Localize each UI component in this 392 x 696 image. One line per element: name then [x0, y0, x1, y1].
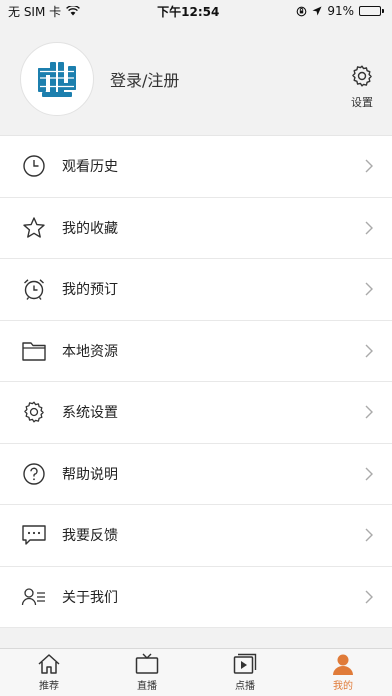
- clock-time: 下午12:54: [157, 4, 220, 19]
- tab-label: 直播: [137, 681, 157, 692]
- folder-icon: [20, 337, 48, 365]
- carrier-text: 无 SIM 卡: [8, 4, 62, 19]
- menu-item-label: 关于我们: [62, 589, 118, 606]
- profile-header: 登录/注册 设置: [0, 22, 392, 135]
- rotation-lock-icon: [296, 6, 307, 16]
- home-icon: [38, 654, 60, 674]
- menu-item-history[interactable]: 观看历史: [0, 136, 392, 198]
- wifi-icon: [66, 6, 81, 16]
- menu-item-label: 我的预订: [62, 282, 118, 299]
- chevron-right-icon: [365, 405, 373, 419]
- chat-icon: [20, 521, 48, 549]
- gear-icon: [352, 65, 372, 87]
- chevron-right-icon: [365, 590, 373, 604]
- chevron-right-icon: [365, 344, 373, 358]
- tab-label: 点播: [235, 681, 255, 692]
- menu-item-about[interactable]: 关于我们: [0, 567, 392, 628]
- location-arrow-icon: [312, 6, 322, 16]
- question-icon: [20, 460, 48, 488]
- menu-item-label: 我要反馈: [62, 528, 118, 545]
- tab-label: 推荐: [39, 681, 59, 692]
- menu-item-favorites[interactable]: 我的收藏: [0, 198, 392, 259]
- menu-list: 观看历史 我的收藏 我的预订 本地资源 系统设置 帮助说明 我要反馈 关于我们: [0, 135, 392, 628]
- chevron-right-icon: [365, 221, 373, 235]
- person-icon: [333, 654, 353, 675]
- tab-live[interactable]: 直播: [98, 649, 196, 696]
- tab-mine[interactable]: 我的: [294, 649, 392, 696]
- menu-item-help[interactable]: 帮助说明: [0, 444, 392, 505]
- clock-icon: [20, 152, 48, 180]
- menu-item-system-settings[interactable]: 系统设置: [0, 382, 392, 444]
- menu-item-feedback[interactable]: 我要反馈: [0, 505, 392, 567]
- battery-percent: 91%: [327, 4, 354, 18]
- menu-item-label: 本地资源: [62, 343, 118, 360]
- star-icon: [20, 214, 48, 242]
- battery-icon: [358, 6, 384, 16]
- gear-icon: [20, 398, 48, 426]
- tab-label: 我的: [333, 681, 353, 692]
- menu-item-label: 帮助说明: [62, 466, 118, 483]
- tab-on-demand[interactable]: 点播: [196, 649, 294, 696]
- play-icon: [233, 653, 257, 674]
- app-logo: [38, 61, 76, 97]
- menu-item-label: 系统设置: [62, 405, 118, 422]
- chevron-right-icon: [365, 467, 373, 481]
- avatar[interactable]: [20, 41, 94, 116]
- user-list-icon: [20, 583, 48, 611]
- menu-item-label: 我的收藏: [62, 220, 118, 237]
- chevron-right-icon: [365, 282, 373, 296]
- login-register-link[interactable]: 登录/注册: [110, 67, 179, 91]
- menu-item-reservations[interactable]: 我的预订: [0, 259, 392, 321]
- alarm-clock-icon: [20, 275, 48, 303]
- status-bar: 无 SIM 卡 下午12:54 91%: [0, 0, 392, 22]
- chevron-right-icon: [365, 159, 373, 173]
- menu-item-label: 观看历史: [62, 159, 118, 176]
- tv-icon: [135, 653, 159, 674]
- settings-button[interactable]: 设置: [350, 64, 374, 110]
- tab-bar: 推荐 直播 点播 我的: [0, 648, 392, 696]
- menu-item-local-resources[interactable]: 本地资源: [0, 321, 392, 382]
- chevron-right-icon: [365, 528, 373, 542]
- tab-recommend[interactable]: 推荐: [0, 649, 98, 696]
- settings-label: 设置: [351, 96, 373, 109]
